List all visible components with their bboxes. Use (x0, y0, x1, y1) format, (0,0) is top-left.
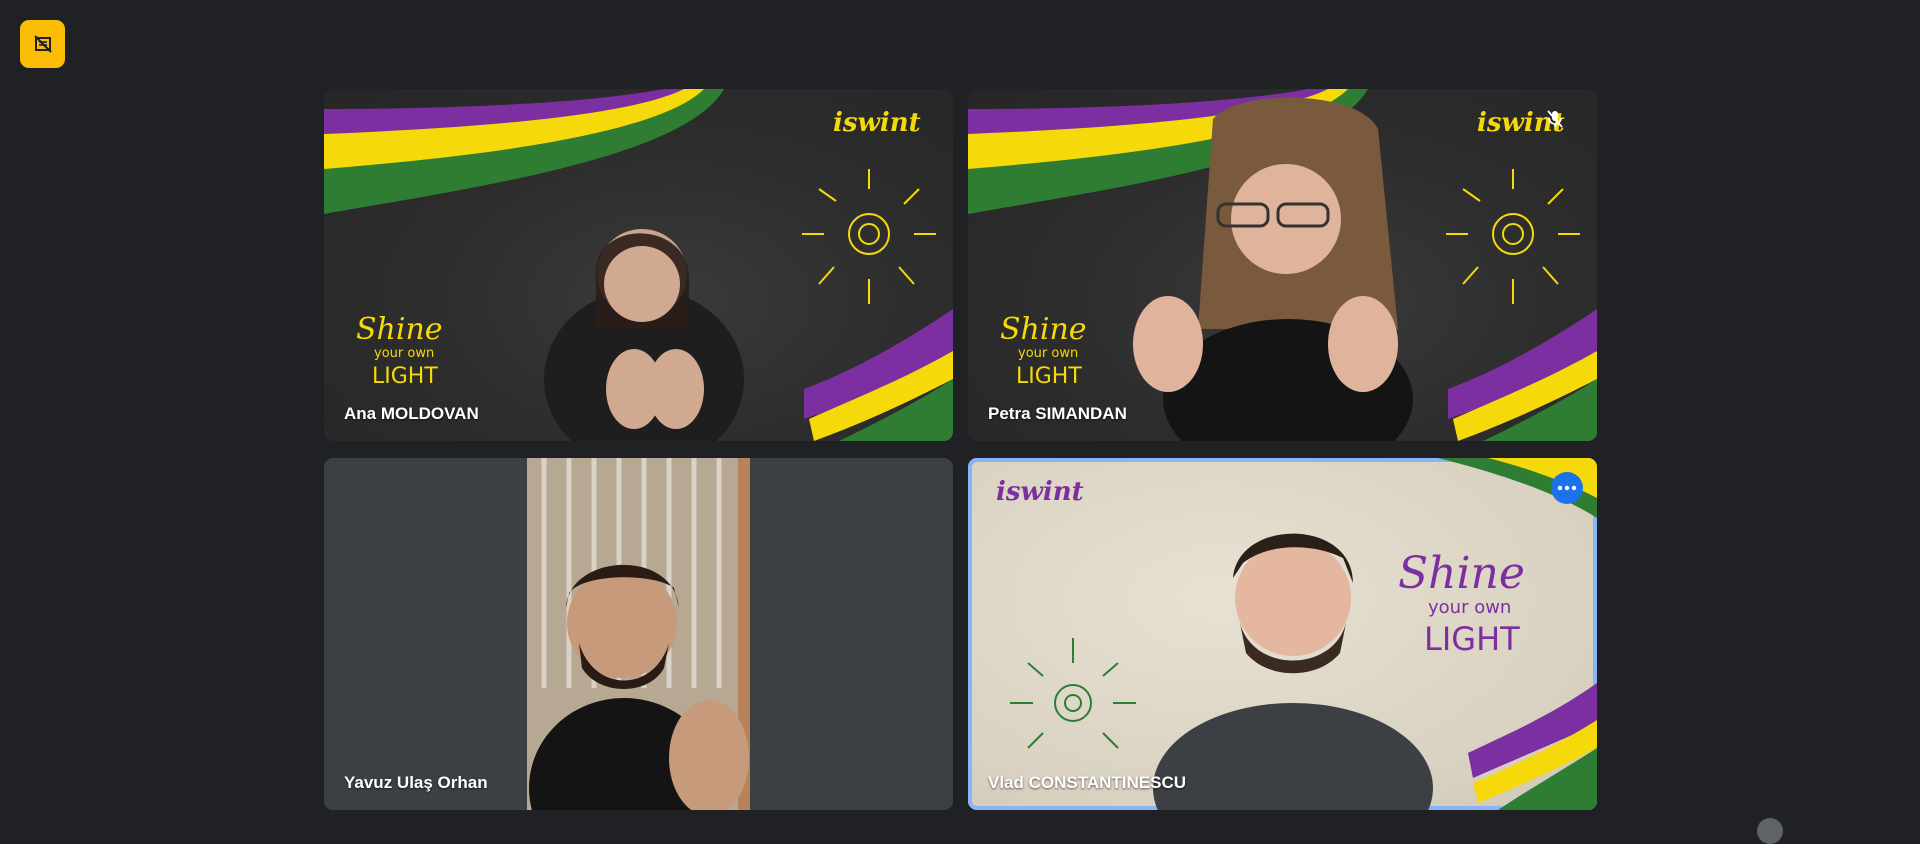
hand-badge[interactable] (20, 20, 65, 68)
svg-text:Shine: Shine (1000, 312, 1087, 347)
participant-video (527, 458, 750, 810)
svg-text:LIGHT: LIGHT (1424, 620, 1520, 658)
svg-text:your own: your own (1018, 346, 1078, 361)
iswint-logo: iswint (996, 477, 1084, 507)
svg-text:Shine: Shine (1398, 548, 1525, 599)
svg-text:Shine: Shine (356, 312, 443, 347)
svg-text:LIGHT: LIGHT (372, 364, 438, 389)
participant-tile-vlad[interactable]: iswint Shine your own LIGHT Vlad CONSTAN… (968, 458, 1597, 810)
participant-name: Vlad CONSTANTINESCU (988, 773, 1187, 792)
participant-name: Yavuz Ulaş Orhan (344, 773, 488, 792)
iswint-logo: iswint (1477, 108, 1565, 138)
slogan-art: Shine your own LIGHT (356, 312, 443, 389)
slogan-art: Shine your own LIGHT (1000, 312, 1087, 389)
svg-text:LIGHT: LIGHT (1016, 364, 1082, 389)
participant-tile-petra[interactable]: iswint Shine your own LIGHT Petra SIMAND… (968, 89, 1597, 441)
mic-off-icon (1547, 110, 1563, 128)
participant-name: Petra SIMANDAN (988, 404, 1127, 423)
svg-text:your own: your own (374, 346, 434, 361)
hand-slash-icon (33, 35, 52, 53)
svg-text:iswint: iswint (996, 477, 1084, 507)
participant-tile-ana[interactable]: iswint Shine your own LIGHT Ana MOLDOVAN (324, 89, 953, 441)
svg-text:iswint: iswint (833, 108, 921, 138)
participant-name: Ana MOLDOVAN (344, 404, 479, 423)
more-options-button[interactable] (1551, 472, 1583, 504)
slogan-art: Shine your own LIGHT (1398, 548, 1525, 658)
scroll-indicator[interactable] (1757, 818, 1783, 844)
more-dots-icon (1557, 485, 1577, 491)
iswint-logo: iswint (833, 108, 921, 138)
participant-tile-yavuz[interactable]: Yavuz Ulaş Orhan (324, 458, 953, 810)
svg-text:your own: your own (1428, 597, 1511, 618)
